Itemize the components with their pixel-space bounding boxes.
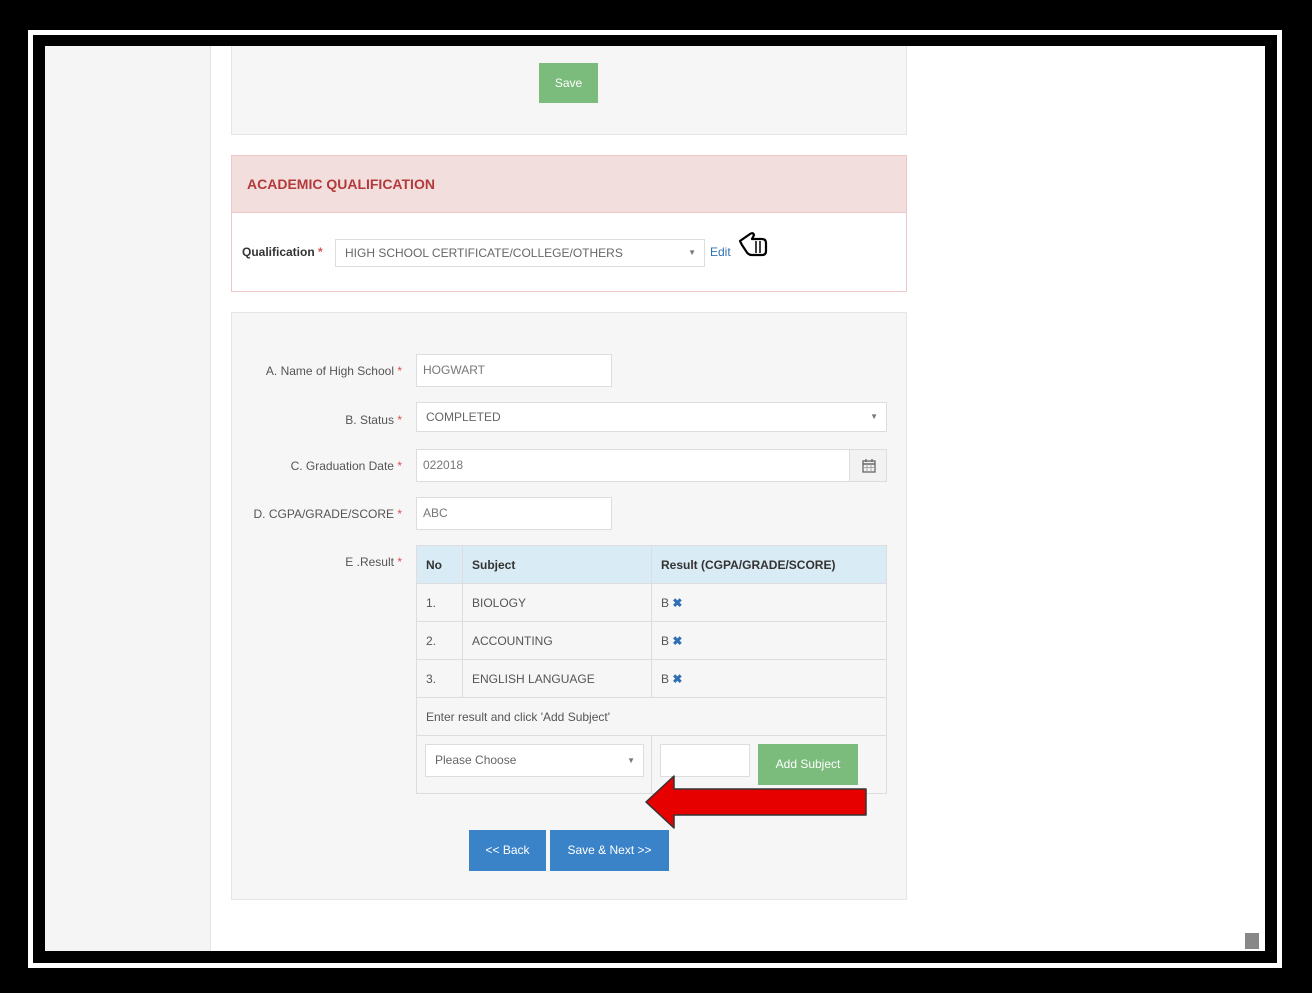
hint-text: Enter result and click 'Add Subject' [416,697,887,736]
school-name-label: A. Name of High School * [265,364,402,378]
cgpa-label: D. CGPA/GRADE/SCORE * [253,507,402,521]
row-result: B ✖ [651,659,887,698]
column-header-no: No [416,545,463,584]
row-no: 1. [416,583,463,622]
annotation-arrow [645,775,867,829]
row-subject: ACCOUNTING [462,621,652,660]
row-subject: ENGLISH LANGUAGE [462,659,652,698]
table-header-row: No Subject Result (CGPA/GRADE/SCORE) [416,545,887,584]
chevron-down-icon: ▼ [688,248,696,257]
back-button[interactable]: << Back [469,830,546,871]
graduation-date-label: C. Graduation Date * [290,459,402,473]
column-header-result: Result (CGPA/GRADE/SCORE) [651,545,887,584]
save-next-button[interactable]: Save & Next >> [550,830,669,871]
result-input[interactable] [660,744,750,777]
save-panel: Save [231,46,907,135]
qualification-row: Qualification * HIGH SCHOOL CERTIFICATE/… [242,232,902,267]
scroll-indicator[interactable] [1245,933,1259,949]
row-result: B ✖ [651,621,887,660]
subject-select[interactable]: Please Choose ▼ [425,744,644,777]
close-icon[interactable]: ✖ [672,672,682,686]
row-result: B ✖ [651,583,887,622]
academic-qualification-panel: ACADEMIC QUALIFICATION Qualification * H… [231,155,907,292]
subject-chooser-cell: Please Choose ▼ [416,735,652,794]
status-label: B. Status * [345,413,402,427]
close-icon[interactable]: ✖ [672,596,682,610]
chevron-down-icon: ▼ [870,412,878,421]
hint-row: Enter result and click 'Add Subject' [416,697,887,736]
qualification-select[interactable]: HIGH SCHOOL CERTIFICATE/COLLEGE/OTHERS ▼ [335,239,705,267]
row-subject: BIOLOGY [462,583,652,622]
qualification-label: Qualification * [242,245,323,259]
table-row: 2. ACCOUNTING B ✖ [416,621,887,660]
cgpa-input[interactable]: ABC [416,497,612,530]
calendar-button[interactable] [849,449,887,482]
calendar-icon [862,459,876,473]
table-row: 1. BIOLOGY B ✖ [416,583,887,622]
save-button[interactable]: Save [539,63,598,103]
row-no: 3. [416,659,463,698]
chevron-down-icon: ▼ [627,756,635,765]
status-select[interactable]: COMPLETED ▼ [416,402,887,432]
results-table: No Subject Result (CGPA/GRADE/SCORE) 1. … [416,545,887,794]
school-name-input[interactable]: HOGWART [416,354,612,387]
column-header-subject: Subject [462,545,652,584]
close-icon[interactable]: ✖ [672,634,682,648]
left-sidebar [45,46,211,951]
edit-link[interactable]: Edit [710,245,731,259]
graduation-date-input[interactable]: 022018 [416,449,850,482]
table-row: 3. ENGLISH LANGUAGE B ✖ [416,659,887,698]
pointing-hand-icon [738,232,768,257]
result-label: E .Result * [345,555,402,569]
row-no: 2. [416,621,463,660]
academic-qualification-heading: ACADEMIC QUALIFICATION [232,156,906,213]
